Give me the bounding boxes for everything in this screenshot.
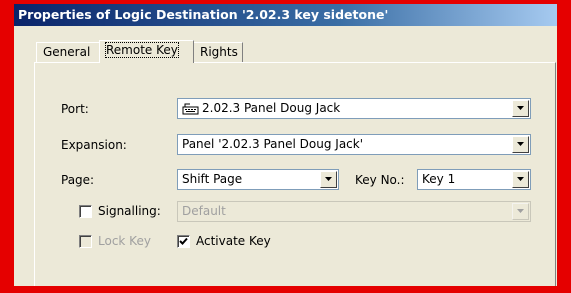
lock-key-label: Lock Key [98, 234, 151, 248]
dropdown-arrow-icon [517, 177, 524, 181]
red-frame-bottom [0, 286, 571, 293]
expansion-dropdown-button[interactable] [512, 136, 529, 153]
port-label: Port: [61, 102, 89, 116]
signalling-select[interactable]: Default [177, 201, 531, 222]
dropdown-arrow-icon [517, 209, 524, 213]
dropdown-arrow-icon [325, 177, 332, 181]
key-no-dropdown-button[interactable] [512, 171, 529, 188]
key-no-value: Key 1 [422, 172, 456, 186]
page-select[interactable]: Shift Page [177, 169, 339, 190]
page-value: Shift Page [182, 172, 243, 186]
red-frame-left [0, 0, 14, 293]
port-dropdown-button[interactable] [512, 100, 529, 117]
tab-rights[interactable]: Rights [193, 42, 243, 62]
checkmark-icon [179, 237, 188, 245]
expansion-label: Expansion: [61, 138, 127, 152]
signalling-label: Signalling: [98, 204, 161, 218]
tab-general[interactable]: General [36, 42, 100, 62]
properties-dialog: Properties of Logic Destination '2.02.3 … [14, 0, 557, 286]
dialog-title: Properties of Logic Destination '2.02.3 … [18, 7, 389, 22]
expansion-select[interactable]: Panel '2.02.3 Panel Doug Jack' [177, 134, 531, 155]
page-dropdown-button[interactable] [320, 171, 337, 188]
dropdown-arrow-icon [517, 106, 524, 110]
remote-key-panel: Port: 2.02.3 Panel Doug Jack Expansion: … [34, 62, 556, 286]
signalling-checkbox[interactable] [79, 205, 92, 218]
activate-key-label: Activate Key [196, 234, 271, 248]
red-frame-top [0, 0, 571, 4]
page-label: Page: [61, 173, 95, 187]
dropdown-arrow-icon [517, 142, 524, 146]
signalling-value: Default [182, 204, 226, 218]
key-no-label: Key No.: [355, 173, 405, 187]
lock-key-checkbox[interactable] [79, 235, 92, 248]
signalling-dropdown-button[interactable] [512, 203, 529, 220]
dialog-titlebar[interactable]: Properties of Logic Destination '2.02.3 … [14, 4, 557, 26]
activate-key-checkbox[interactable] [177, 235, 190, 248]
expansion-value: Panel '2.02.3 Panel Doug Jack' [182, 137, 364, 151]
keyboard-icon [182, 103, 199, 115]
port-select[interactable]: 2.02.3 Panel Doug Jack [177, 98, 531, 119]
red-frame-right [557, 0, 571, 293]
tab-remote-key[interactable]: Remote Key [99, 40, 194, 63]
port-value: 2.02.3 Panel Doug Jack [202, 101, 341, 115]
key-no-select[interactable]: Key 1 [417, 169, 531, 190]
